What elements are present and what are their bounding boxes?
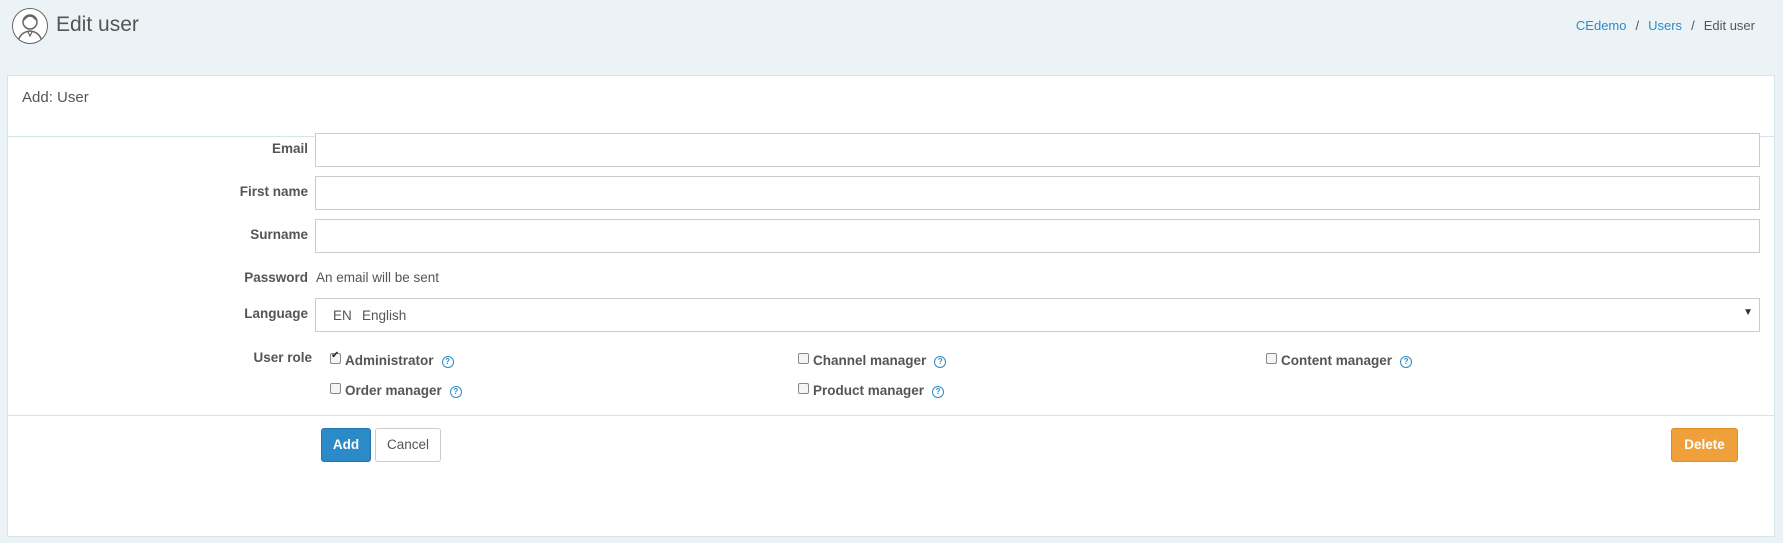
first-name-label: First name [239, 184, 308, 199]
first-name-field[interactable] [315, 176, 1760, 210]
breadcrumb: CEdemo / Users / Edit user [1576, 18, 1755, 33]
role-label: Product manager [813, 383, 925, 398]
question-circle-icon[interactable]: ? [441, 356, 454, 368]
question-circle-icon[interactable]: ? [934, 356, 947, 368]
cancel-button[interactable]: Cancel [375, 428, 441, 462]
order-manager-checkbox[interactable] [330, 383, 341, 394]
breadcrumb-separator: / [1691, 18, 1695, 33]
page-title: Edit user [56, 13, 139, 36]
footer-divider [8, 415, 1774, 416]
email-field[interactable] [315, 133, 1760, 167]
language-name: English [362, 308, 407, 323]
administrator-checkbox[interactable] [330, 350, 341, 364]
surname-label: Surname [250, 227, 308, 242]
edit-user-card: Add: User Email First name Surname Passw… [7, 75, 1775, 537]
password-label: Password [244, 270, 308, 285]
user-avatar-icon [12, 8, 48, 44]
breadcrumb-link-users[interactable]: Users [1648, 18, 1682, 33]
role-label: Order manager [345, 383, 442, 398]
question-circle-icon[interactable]: ? [932, 386, 945, 398]
question-circle-icon[interactable]: ? [449, 386, 462, 398]
language-select[interactable]: EN English ▼ [315, 298, 1760, 332]
language-label: Language [244, 306, 308, 321]
product-manager-checkbox[interactable] [798, 383, 809, 394]
surname-field[interactable] [315, 219, 1760, 253]
caret-down-icon: ▼ [1743, 307, 1753, 318]
breadcrumb-separator: / [1635, 18, 1640, 33]
top-bar: Edit user CEdemo / Users / Edit user [0, 0, 1783, 74]
role-label: Content manager [1281, 353, 1393, 368]
role-label: Channel manager [813, 353, 927, 368]
email-label: Email [271, 141, 308, 156]
add-button[interactable]: Add [321, 428, 371, 462]
content-manager-checkbox[interactable] [1266, 353, 1277, 364]
language-code: EN [333, 308, 352, 323]
role-label: Administrator [345, 353, 434, 368]
user-role-label: User role [253, 350, 312, 365]
breadcrumb-current: Edit user [1703, 18, 1755, 33]
channel-manager-checkbox[interactable] [798, 353, 809, 364]
card-title: Add: User [22, 89, 89, 106]
card-header: Add: User [8, 76, 1774, 137]
password-info-text: An email will be sent [316, 270, 440, 285]
delete-button[interactable]: Delete [1671, 428, 1738, 462]
question-circle-icon[interactable]: ? [1400, 356, 1413, 368]
breadcrumb-link-cedemo[interactable]: CEdemo [1576, 18, 1627, 33]
